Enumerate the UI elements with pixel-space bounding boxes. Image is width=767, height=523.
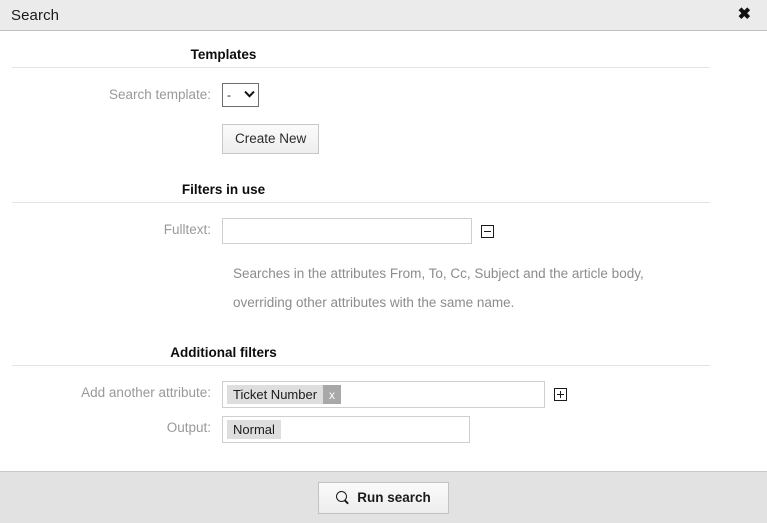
fulltext-label: Fulltext: <box>163 222 211 237</box>
section-filters-in-use: Filters in use Fulltext: Searches in the… <box>0 180 767 317</box>
create-new-control: Create New <box>222 115 767 154</box>
fulltext-hint-line-1: Searches in the attributes From, To, Cc,… <box>233 266 644 281</box>
section-additional-filters: Additional filters Add another attribute… <box>0 343 767 443</box>
section-divider <box>12 202 710 203</box>
section-additional-title-text: Additional filters <box>164 345 283 360</box>
fulltext-input[interactable] <box>222 218 472 244</box>
search-template-control: - <box>222 83 767 107</box>
chevron-down-icon <box>244 90 255 101</box>
section-filters-head: Filters in use <box>0 180 767 210</box>
section-templates-title: Templates <box>0 45 447 65</box>
search-template-selected-value: - <box>227 88 231 102</box>
row-add-attribute: Add another attribute: Ticket Number x <box>0 381 767 408</box>
dialog-footer: Run search <box>0 471 767 523</box>
attribute-token-remove-icon[interactable]: x <box>323 385 342 404</box>
section-divider <box>12 67 710 68</box>
add-attribute-input[interactable]: Ticket Number x <box>222 381 545 408</box>
page-title: Search <box>11 6 60 24</box>
row-create-new: Create New <box>0 115 767 154</box>
row-output: Output: Normal <box>0 416 767 443</box>
section-templates: Templates Search template: - Create New <box>0 45 767 154</box>
section-templates-head: Templates <box>0 45 767 75</box>
dialog-body: Templates Search template: - Create New <box>0 31 767 471</box>
output-control: Normal <box>222 416 767 443</box>
output-token[interactable]: Normal <box>227 420 281 439</box>
output-input[interactable]: Normal <box>222 416 470 443</box>
row-search-template: Search template: - <box>0 83 767 107</box>
add-attribute-label: Add another attribute: <box>81 385 211 400</box>
run-search-button[interactable]: Run search <box>318 481 449 514</box>
add-attribute-control: Ticket Number x <box>222 381 767 408</box>
attribute-token[interactable]: Ticket Number x <box>227 385 342 404</box>
close-icon[interactable]: ✖ <box>736 7 753 23</box>
row-fulltext: Fulltext: <box>0 218 767 244</box>
magnifier-icon <box>336 491 349 504</box>
fulltext-hint: Searches in the attributes From, To, Cc,… <box>233 259 713 317</box>
section-templates-title-text: Templates <box>184 47 263 62</box>
section-filters-title-text: Filters in use <box>175 182 272 197</box>
search-dialog: Search ✖ Templates Search template: - Cr… <box>0 0 767 523</box>
section-divider <box>12 365 710 366</box>
section-additional-title: Additional filters <box>0 343 447 363</box>
fulltext-hint-line-2: overriding other attributes with the sam… <box>233 295 515 310</box>
output-label: Output: <box>166 420 211 435</box>
plus-box-icon[interactable] <box>554 388 567 401</box>
attribute-token-label: Ticket Number <box>233 386 318 402</box>
create-new-button[interactable]: Create New <box>222 124 320 154</box>
dialog-header: Search ✖ <box>0 0 767 31</box>
minus-box-icon[interactable] <box>481 224 494 238</box>
output-token-label: Normal <box>233 421 275 437</box>
section-additional-head: Additional filters <box>0 343 767 373</box>
search-template-select[interactable]: - <box>222 83 259 107</box>
section-filters-title: Filters in use <box>0 180 447 200</box>
run-search-label: Run search <box>357 489 431 505</box>
fulltext-control <box>222 218 767 244</box>
search-template-label: Search template: <box>108 87 211 102</box>
